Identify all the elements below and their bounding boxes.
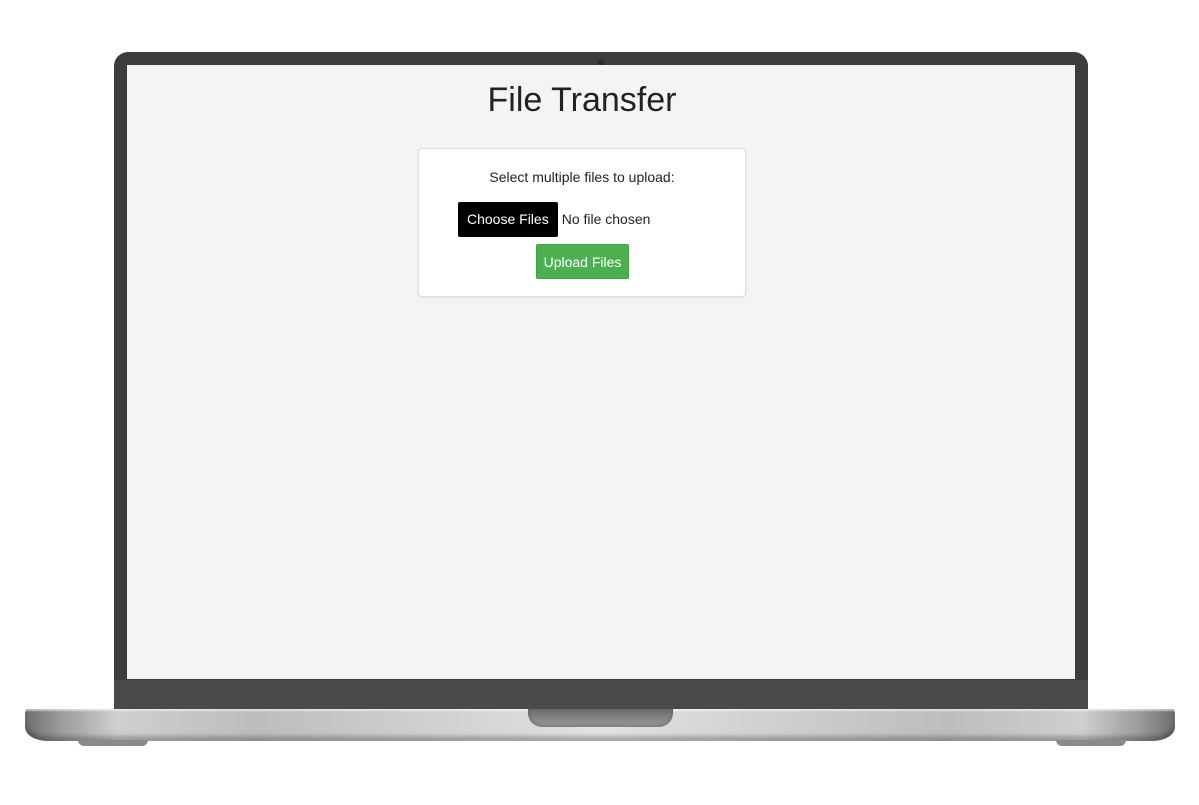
laptop-screen: File Transfer Select multiple files to u… [127,65,1075,679]
laptop-chin [114,680,1088,710]
choose-files-button[interactable]: Choose Files [458,201,558,237]
laptop-foot-right [1056,740,1126,746]
page-title: File Transfer [487,81,677,119]
file-input[interactable]: Choose Files No file chosen [458,201,650,237]
laptop-notch [528,709,673,727]
laptop-foot-left [78,740,148,746]
upload-files-button[interactable]: Upload Files [536,244,629,279]
file-status-text: No file chosen [561,211,651,227]
upload-instructions: Select multiple files to upload: [489,169,675,185]
upload-card: Select multiple files to upload: Choose … [418,148,746,297]
laptop-mockup: File Transfer Select multiple files to u… [0,0,1199,805]
